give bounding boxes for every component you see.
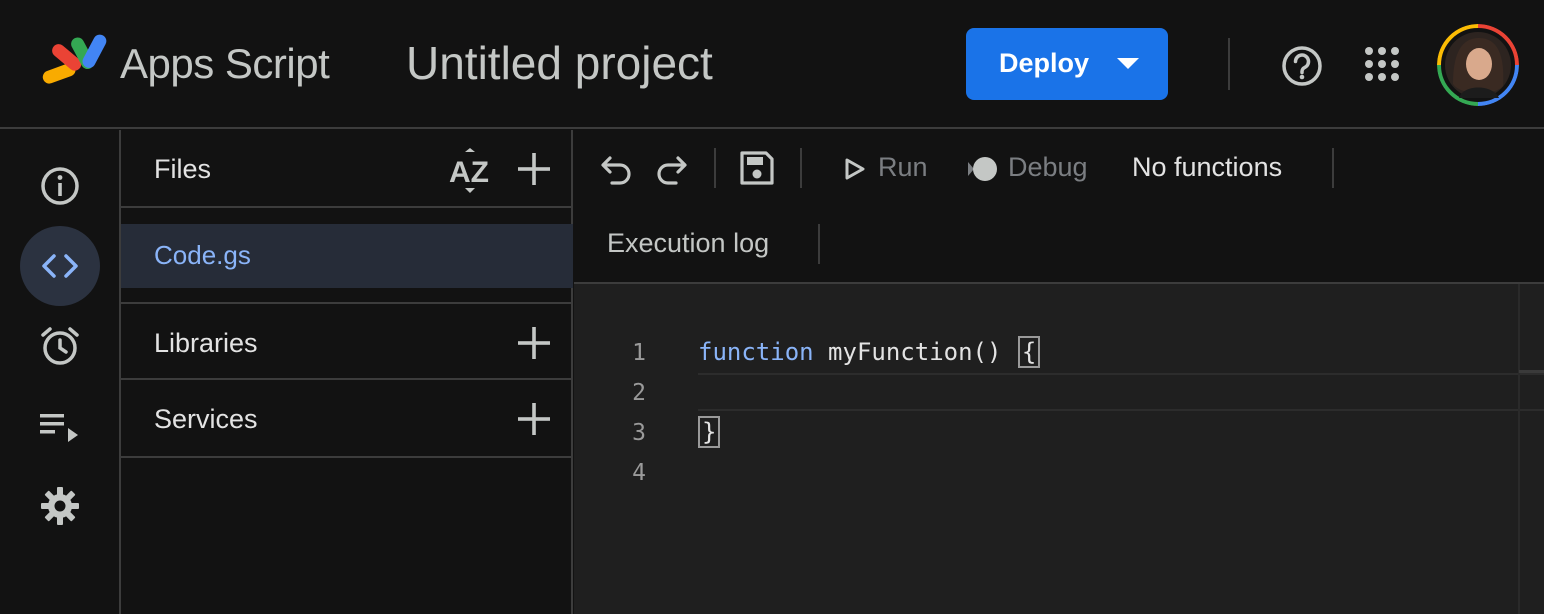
gear-icon (41, 487, 79, 525)
nav-editor[interactable] (20, 226, 100, 306)
nav-executions[interactable] (20, 386, 100, 466)
editor-toolbar: Run Debug No functions Execution log (574, 130, 1544, 284)
apps-script-logo-icon[interactable] (40, 33, 110, 91)
files-panel: Files AZ Code.gs Libraries Services (121, 130, 573, 614)
code-text: myFunction() (813, 338, 1016, 366)
libraries-section: Libraries (121, 302, 573, 380)
toolbar-divider (714, 148, 716, 188)
run-button[interactable]: Run (878, 152, 928, 183)
code-editor[interactable]: 1 2 3 4 function myFunction() { } (574, 284, 1544, 614)
code-line-1[interactable]: function myFunction() { (698, 336, 1041, 368)
save-icon[interactable] (738, 149, 776, 187)
nav-overview[interactable] (20, 146, 100, 226)
redo-icon[interactable] (652, 150, 690, 188)
info-icon (41, 167, 79, 205)
matched-close-brace: } (698, 416, 721, 448)
services-label: Services (154, 404, 258, 434)
files-title: Files (154, 154, 212, 184)
project-title[interactable]: Untitled project (406, 36, 713, 90)
add-service-plus-icon[interactable] (514, 399, 554, 439)
code-line-3[interactable]: } (698, 416, 721, 448)
editor-scrollbar[interactable] (1518, 284, 1544, 614)
code-keyword: function (698, 338, 814, 366)
toolbar-divider (1332, 148, 1334, 188)
line-number: 3 (632, 420, 646, 446)
header-divider (1228, 38, 1230, 90)
file-item-code-gs[interactable]: Code.gs (121, 224, 573, 288)
top-app-bar: Apps Script Untitled project Deploy (0, 0, 1544, 129)
line-number: 1 (632, 340, 646, 366)
add-file-plus-icon[interactable] (514, 149, 554, 189)
current-line-highlight (698, 373, 1544, 411)
apps-grid-icon[interactable] (1362, 44, 1402, 84)
libraries-label: Libraries (154, 328, 258, 358)
help-circle-icon[interactable] (1280, 44, 1324, 88)
deploy-button-label: Deploy (999, 48, 1090, 78)
debug-button[interactable]: Debug (1008, 152, 1088, 183)
svg-text:AZ: AZ (449, 156, 489, 189)
play-icon[interactable] (840, 150, 870, 188)
add-library-plus-icon[interactable] (514, 323, 554, 363)
scrollbar-marker (1519, 370, 1544, 373)
sort-az-icon[interactable]: AZ (447, 148, 493, 194)
nav-triggers[interactable] (20, 306, 100, 386)
services-section: Services (121, 380, 573, 458)
alarm-icon (41, 327, 79, 365)
matched-open-brace: { (1017, 336, 1041, 368)
line-number: 2 (632, 380, 646, 406)
undo-icon[interactable] (598, 150, 636, 188)
line-number: 4 (632, 460, 646, 486)
caret-down-icon (1117, 58, 1139, 69)
function-select[interactable]: No functions (1132, 152, 1282, 183)
toolbar-divider (800, 148, 802, 188)
toolbar-divider (818, 224, 820, 264)
debug-icon[interactable] (966, 150, 1000, 188)
account-avatar[interactable] (1437, 24, 1519, 106)
file-name: Code.gs (154, 240, 251, 270)
playlist-play-icon (40, 414, 78, 442)
nav-settings[interactable] (20, 466, 100, 546)
files-header: Files AZ (121, 130, 573, 208)
deploy-button[interactable]: Deploy (966, 28, 1168, 100)
code-icon (42, 254, 78, 278)
execution-log-button[interactable]: Execution log (607, 228, 769, 259)
nav-rail (0, 130, 121, 614)
app-name[interactable]: Apps Script (120, 40, 330, 88)
